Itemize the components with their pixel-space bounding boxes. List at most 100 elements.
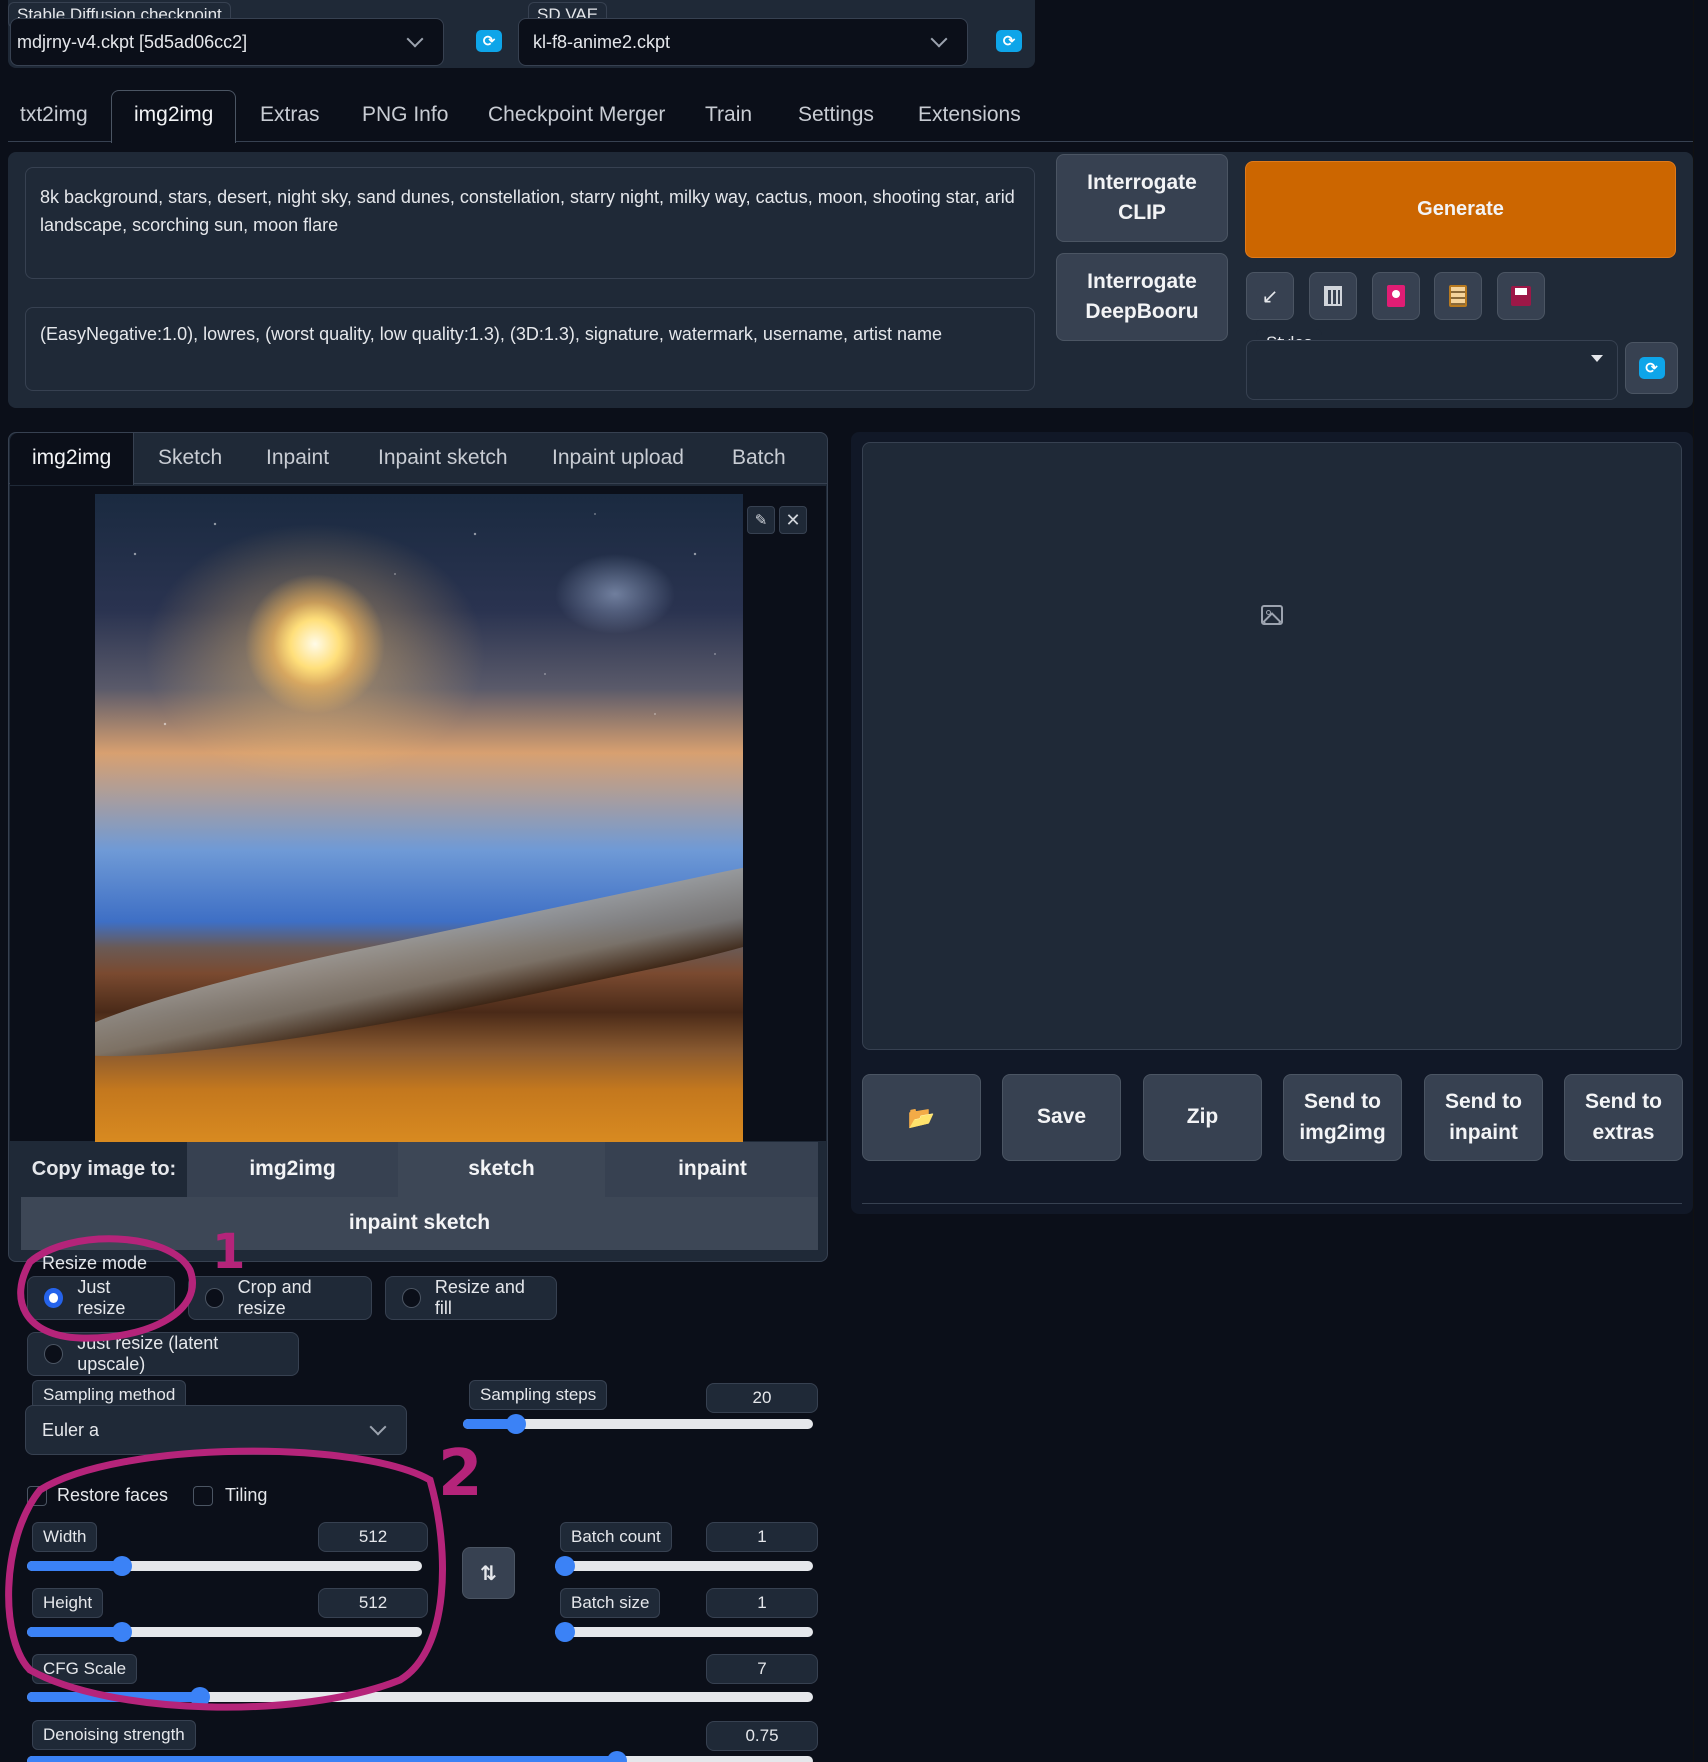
copy-to-sketch-button[interactable]: sketch bbox=[398, 1142, 605, 1197]
sampling-method-select[interactable]: Euler a bbox=[25, 1405, 407, 1455]
subtab-batch[interactable]: Batch bbox=[732, 446, 786, 470]
folder-icon: 📂 bbox=[907, 1104, 936, 1130]
clear-image-icon[interactable]: ✕ bbox=[779, 506, 807, 534]
zip-button[interactable]: Zip bbox=[1143, 1074, 1262, 1161]
tiling-label: Tiling bbox=[225, 1485, 268, 1505]
output-gallery bbox=[862, 442, 1682, 1050]
negative-prompt-text: (EasyNegative:1.0), lowres, (worst quali… bbox=[40, 324, 943, 344]
slider-thumb[interactable] bbox=[607, 1751, 627, 1762]
prompt-text: 8k background, stars, desert, night sky,… bbox=[40, 187, 1015, 235]
batch-size-input[interactable]: 1 bbox=[706, 1588, 818, 1618]
copy-to-img2img-button[interactable]: img2img bbox=[189, 1142, 396, 1197]
batch-size-value: 1 bbox=[757, 1593, 767, 1612]
send-to-extras-button[interactable]: Send to extras bbox=[1564, 1074, 1683, 1161]
slider-thumb[interactable] bbox=[555, 1622, 575, 1642]
slider-fill bbox=[27, 1756, 617, 1762]
tab-train[interactable]: Train bbox=[705, 103, 752, 127]
refresh-vae-icon[interactable]: ⟳ bbox=[996, 30, 1022, 52]
cfg-scale-input[interactable]: 7 bbox=[706, 1654, 818, 1684]
negative-prompt-textarea[interactable]: (EasyNegative:1.0), lowres, (worst quali… bbox=[25, 307, 1035, 391]
height-input[interactable]: 512 bbox=[318, 1588, 428, 1618]
subtab-img2img[interactable]: img2img bbox=[32, 446, 111, 470]
sampling-steps-label: Sampling steps bbox=[469, 1380, 608, 1410]
sampling-method-value: Euler a bbox=[42, 1419, 100, 1440]
slider-thumb[interactable] bbox=[555, 1556, 575, 1576]
refresh-checkpoint-icon[interactable]: ⟳ bbox=[476, 30, 502, 52]
chevron-down-icon bbox=[406, 30, 424, 48]
cfg-scale-label: CFG Scale bbox=[32, 1654, 138, 1684]
open-folder-button[interactable]: 📂 bbox=[862, 1074, 981, 1161]
send-to-img2img-button[interactable]: Send to img2img bbox=[1283, 1074, 1402, 1161]
subtab-inpaint-upload[interactable]: Inpaint upload bbox=[552, 446, 684, 470]
height-slider[interactable] bbox=[27, 1622, 422, 1642]
denoising-input[interactable]: 0.75 bbox=[706, 1721, 818, 1751]
copy-to-inpaint-sketch-button[interactable]: inpaint sketch bbox=[21, 1197, 818, 1250]
tab-checkpoint-merger[interactable]: Checkpoint Merger bbox=[488, 103, 665, 127]
batch-count-slider[interactable] bbox=[555, 1556, 813, 1576]
clipboard-icon[interactable] bbox=[1434, 272, 1482, 320]
refresh-styles-button[interactable]: ⟳ bbox=[1625, 342, 1678, 394]
slider-thumb[interactable] bbox=[112, 1622, 132, 1642]
save-style-icon[interactable] bbox=[1497, 272, 1545, 320]
subtab-inpaint-sketch[interactable]: Inpaint sketch bbox=[378, 446, 508, 470]
denoising-slider[interactable] bbox=[27, 1751, 813, 1762]
read-params-icon[interactable]: ↙ bbox=[1246, 272, 1294, 320]
checkpoint-select[interactable]: mdjrny-v4.ckpt [5d5ad06cc2] bbox=[10, 18, 444, 66]
batch-size-slider[interactable] bbox=[555, 1622, 813, 1642]
sampling-steps-input[interactable]: 20 bbox=[706, 1383, 818, 1413]
denoising-value: 0.75 bbox=[745, 1726, 779, 1745]
sampling-steps-slider[interactable] bbox=[463, 1414, 813, 1434]
denoising-label: Denoising strength bbox=[32, 1720, 196, 1750]
trash-icon[interactable] bbox=[1309, 272, 1357, 320]
copy-to-inpaint-button[interactable]: inpaint bbox=[607, 1142, 818, 1197]
copy-image-label: Copy image to: bbox=[31, 1158, 177, 1180]
generate-button[interactable]: Generate bbox=[1245, 161, 1676, 258]
slider-fill bbox=[27, 1561, 122, 1571]
refresh-icon: ⟳ bbox=[1638, 357, 1665, 379]
batch-count-input[interactable]: 1 bbox=[706, 1522, 818, 1552]
cfg-scale-slider[interactable] bbox=[27, 1687, 813, 1707]
tab-img2img[interactable]: img2img bbox=[134, 103, 213, 127]
save-button[interactable]: Save bbox=[1002, 1074, 1121, 1161]
edit-image-icon[interactable]: ✎ bbox=[747, 506, 775, 534]
tab-extensions[interactable]: Extensions bbox=[918, 103, 1021, 127]
width-slider[interactable] bbox=[27, 1556, 422, 1576]
swap-dimensions-button[interactable]: ⇅ bbox=[462, 1547, 515, 1599]
radio-label: Just resize bbox=[77, 1277, 126, 1318]
slider-fill bbox=[27, 1692, 200, 1702]
vae-select[interactable]: kl-f8-anime2.ckpt bbox=[518, 18, 968, 66]
tab-txt2img[interactable]: txt2img bbox=[20, 103, 88, 127]
height-label: Height bbox=[32, 1588, 104, 1618]
restore-faces-label: Restore faces bbox=[57, 1485, 169, 1505]
tab-extras[interactable]: Extras bbox=[260, 103, 320, 127]
interrogate-deepbooru-button[interactable]: Interrogate DeepBooru bbox=[1056, 253, 1228, 341]
subtab-sketch[interactable]: Sketch bbox=[158, 446, 222, 470]
copy-image-label-cell: Copy image to: bbox=[21, 1142, 187, 1197]
tiling-checkbox[interactable] bbox=[193, 1486, 213, 1506]
extra-networks-icon[interactable] bbox=[1372, 272, 1420, 320]
batch-size-label: Batch size bbox=[560, 1588, 661, 1618]
interrogate-clip-button[interactable]: Interrogate CLIP bbox=[1056, 154, 1228, 242]
restore-faces-checkbox[interactable] bbox=[27, 1486, 47, 1506]
slider-thumb[interactable] bbox=[506, 1414, 526, 1434]
radio-resize-and-fill[interactable]: Resize and fill bbox=[385, 1276, 557, 1320]
tab-png-info[interactable]: PNG Info bbox=[362, 103, 448, 127]
tab-settings[interactable]: Settings bbox=[798, 103, 874, 127]
slider-thumb[interactable] bbox=[190, 1687, 210, 1707]
cfg-scale-value: 7 bbox=[757, 1659, 767, 1678]
resize-mode-label: Resize mode bbox=[42, 1253, 148, 1273]
star-field bbox=[95, 494, 743, 786]
checkpoint-value: mdjrny-v4.ckpt [5d5ad06cc2] bbox=[17, 31, 248, 52]
radio-just-resize-latent[interactable]: Just resize (latent upscale) bbox=[27, 1332, 299, 1376]
slider-fill bbox=[27, 1627, 122, 1637]
width-input[interactable]: 512 bbox=[318, 1522, 428, 1552]
slider-thumb[interactable] bbox=[112, 1556, 132, 1576]
radio-label: Resize and fill bbox=[434, 1277, 525, 1318]
subtab-inpaint[interactable]: Inpaint bbox=[266, 446, 329, 470]
chevron-down-icon bbox=[369, 1418, 387, 1436]
radio-crop-and-resize[interactable]: Crop and resize bbox=[188, 1276, 372, 1320]
prompt-textarea[interactable]: 8k background, stars, desert, night sky,… bbox=[25, 167, 1035, 279]
radio-just-resize[interactable]: Just resize bbox=[27, 1276, 175, 1320]
send-to-inpaint-button[interactable]: Send to inpaint bbox=[1424, 1074, 1543, 1161]
styles-dropdown[interactable] bbox=[1246, 340, 1618, 400]
